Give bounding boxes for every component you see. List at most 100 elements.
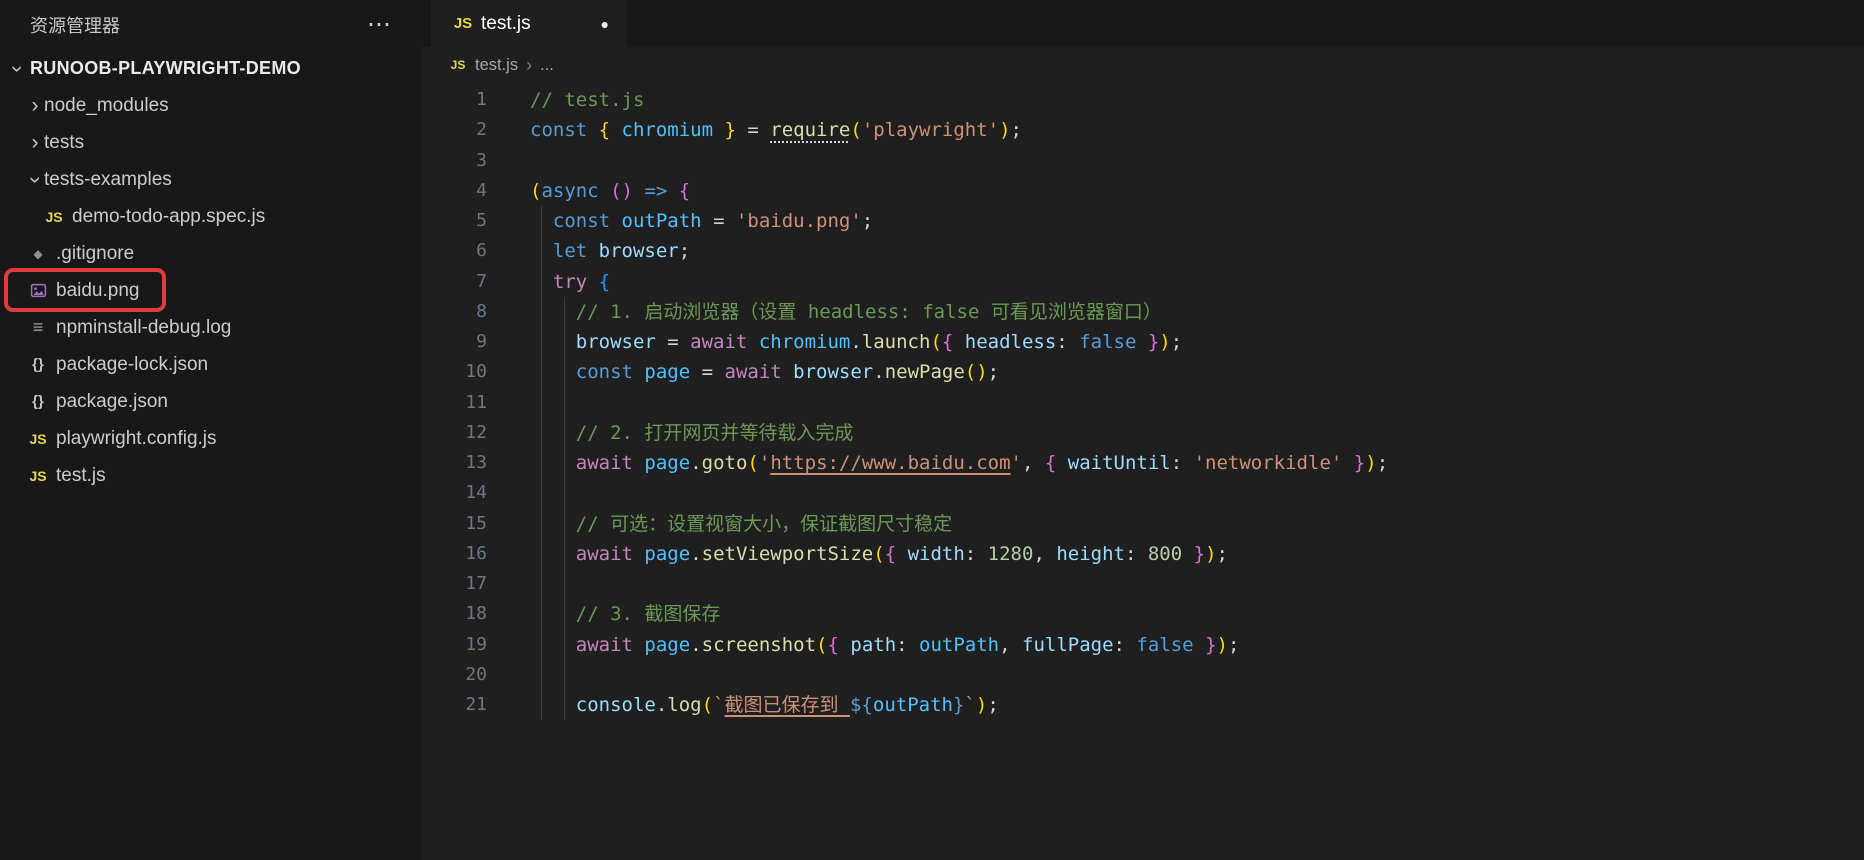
- code-line-1[interactable]: 1// test.js: [421, 85, 1864, 115]
- code-line-12[interactable]: 12 // 2. 打开网页并等待载入完成: [421, 418, 1864, 448]
- breadcrumb-file[interactable]: test.js: [475, 56, 518, 75]
- tree-items: ›node_modules›tests›tests-examplesJSdemo…: [0, 87, 421, 494]
- breadcrumb-separator-icon: ›: [526, 56, 532, 74]
- file-tree: › RUNOOB-PLAYWRIGHT-DEMO ›node_modules›t…: [0, 50, 421, 494]
- code-line-10[interactable]: 10 const page = await browser.newPage();: [421, 357, 1864, 387]
- code-line-19[interactable]: 19 await page.screenshot({ path: outPath…: [421, 630, 1864, 660]
- breadcrumb: JS test.js › ...: [421, 47, 1864, 83]
- code-token: [1136, 331, 1147, 353]
- more-actions-icon[interactable]: ⋯: [367, 13, 391, 37]
- code-token: await: [725, 361, 782, 383]
- code-token: .: [690, 634, 701, 656]
- line-number[interactable]: 6: [421, 236, 487, 266]
- code-text: [487, 660, 530, 690]
- tree-file-test.js[interactable]: JStest.js: [0, 457, 421, 494]
- modified-indicator-icon[interactable]: ●: [601, 16, 609, 32]
- tree-root-folder[interactable]: › RUNOOB-PLAYWRIGHT-DEMO: [0, 50, 421, 87]
- code-token: :: [1171, 452, 1194, 474]
- line-number[interactable]: 3: [421, 146, 487, 176]
- tree-file-baidu.png[interactable]: baidu.png: [0, 272, 421, 309]
- tree-file-.gitignore[interactable]: ◆.gitignore: [0, 235, 421, 272]
- code-token: await: [576, 634, 633, 656]
- chevron-down-icon: ›: [26, 171, 44, 189]
- tree-item-label: baidu.png: [56, 280, 139, 302]
- code-token: outPath: [873, 694, 953, 716]
- explorer-sidebar: 资源管理器 ⋯ › RUNOOB-PLAYWRIGHT-DEMO ›node_m…: [0, 0, 421, 860]
- line-number[interactable]: 15: [421, 509, 487, 539]
- line-number[interactable]: 10: [421, 357, 487, 387]
- code-token: launch: [862, 331, 931, 353]
- line-number[interactable]: 14: [421, 478, 487, 508]
- line-number[interactable]: 9: [421, 327, 487, 357]
- code-token: [530, 603, 576, 625]
- code-line-7[interactable]: 7 try {: [421, 267, 1864, 297]
- tree-file-package.json[interactable]: {}package.json: [0, 383, 421, 420]
- code-token: (: [702, 694, 713, 716]
- tree-folder-tests-examples[interactable]: ›tests-examples: [0, 161, 421, 198]
- code-line-8[interactable]: 8 // 1. 启动浏览器（设置 headless: false 可看见浏览器窗…: [421, 297, 1864, 327]
- line-number[interactable]: 4: [421, 176, 487, 206]
- line-number[interactable]: 2: [421, 115, 487, 145]
- code-line-17[interactable]: 17: [421, 569, 1864, 599]
- code-token: 'baidu.png': [736, 210, 862, 232]
- line-number[interactable]: 21: [421, 690, 487, 720]
- explorer-title: 资源管理器: [30, 12, 120, 38]
- code-line-6[interactable]: 6 let browser;: [421, 236, 1864, 266]
- tree-file-package-lock.json[interactable]: {}package-lock.json: [0, 346, 421, 383]
- tab-test-js[interactable]: JS test.js ●: [431, 0, 627, 47]
- code-line-16[interactable]: 16 await page.setViewportSize({ width: 1…: [421, 539, 1864, 569]
- code-token: ': [1011, 452, 1022, 474]
- code-text: const { chromium } = require('playwright…: [487, 115, 1022, 145]
- code-token: {: [679, 180, 690, 202]
- breadcrumb-more[interactable]: ...: [540, 56, 554, 75]
- tree-folder-tests[interactable]: ›tests: [0, 124, 421, 161]
- code-line-2[interactable]: 2const { chromium } = require('playwrigh…: [421, 115, 1864, 145]
- code-token: [747, 331, 758, 353]
- code-line-20[interactable]: 20: [421, 660, 1864, 690]
- code-line-21[interactable]: 21 console.log(`截图已保存到 ${outPath}`);: [421, 690, 1864, 720]
- line-number[interactable]: 18: [421, 599, 487, 629]
- code-text: // 1. 启动浏览器（设置 headless: false 可看见浏览器窗口）: [487, 297, 1162, 327]
- code-line-15[interactable]: 15 // 可选：设置视窗大小，保证截图尺寸稳定: [421, 509, 1864, 539]
- code-text: await page.setViewportSize({ width: 1280…: [487, 539, 1228, 569]
- code-token: =>: [644, 180, 667, 202]
- line-number[interactable]: 17: [421, 569, 487, 599]
- code-token: await: [576, 452, 633, 474]
- line-number[interactable]: 5: [421, 206, 487, 236]
- tree-file-npminstall-debug.log[interactable]: ≡npminstall-debug.log: [0, 309, 421, 346]
- code-token: page: [644, 543, 690, 565]
- code-editor[interactable]: 1// test.js2const { chromium } = require…: [421, 83, 1864, 860]
- line-number[interactable]: 7: [421, 267, 487, 297]
- code-line-18[interactable]: 18 // 3. 截图保存: [421, 599, 1864, 629]
- code-token: [587, 119, 598, 141]
- code-line-13[interactable]: 13 await page.goto('https://www.baidu.co…: [421, 448, 1864, 478]
- code-token: }: [953, 694, 964, 716]
- code-line-5[interactable]: 5 const outPath = 'baidu.png';: [421, 206, 1864, 236]
- line-number[interactable]: 8: [421, 297, 487, 327]
- line-number[interactable]: 19: [421, 630, 487, 660]
- line-number[interactable]: 13: [421, 448, 487, 478]
- code-line-11[interactable]: 11: [421, 388, 1864, 418]
- vscode-window: 资源管理器 ⋯ › RUNOOB-PLAYWRIGHT-DEMO ›node_m…: [0, 0, 1864, 860]
- tree-file-playwright.config.js[interactable]: JSplaywright.config.js: [0, 420, 421, 457]
- line-number[interactable]: 20: [421, 660, 487, 690]
- tree-file-demo-todo-app.spec.js[interactable]: JSdemo-todo-app.spec.js: [0, 198, 421, 235]
- code-text: [487, 146, 530, 176]
- json-file-icon: {}: [26, 356, 50, 373]
- line-number[interactable]: 1: [421, 85, 487, 115]
- tree-folder-node_modules[interactable]: ›node_modules: [0, 87, 421, 124]
- line-number[interactable]: 11: [421, 388, 487, 418]
- code-token: [530, 331, 576, 353]
- explorer-header: 资源管理器 ⋯: [0, 0, 421, 50]
- line-number[interactable]: 16: [421, 539, 487, 569]
- code-line-9[interactable]: 9 browser = await chromium.launch({ head…: [421, 327, 1864, 357]
- code-text: [487, 569, 530, 599]
- tree-item-label: test.js: [56, 465, 106, 487]
- code-line-3[interactable]: 3: [421, 146, 1864, 176]
- code-token: false: [1079, 331, 1136, 353]
- code-line-14[interactable]: 14: [421, 478, 1864, 508]
- code-line-4[interactable]: 4(async () => {: [421, 176, 1864, 206]
- code-token: outPath: [622, 210, 702, 232]
- line-number[interactable]: 12: [421, 418, 487, 448]
- code-token: [782, 361, 793, 383]
